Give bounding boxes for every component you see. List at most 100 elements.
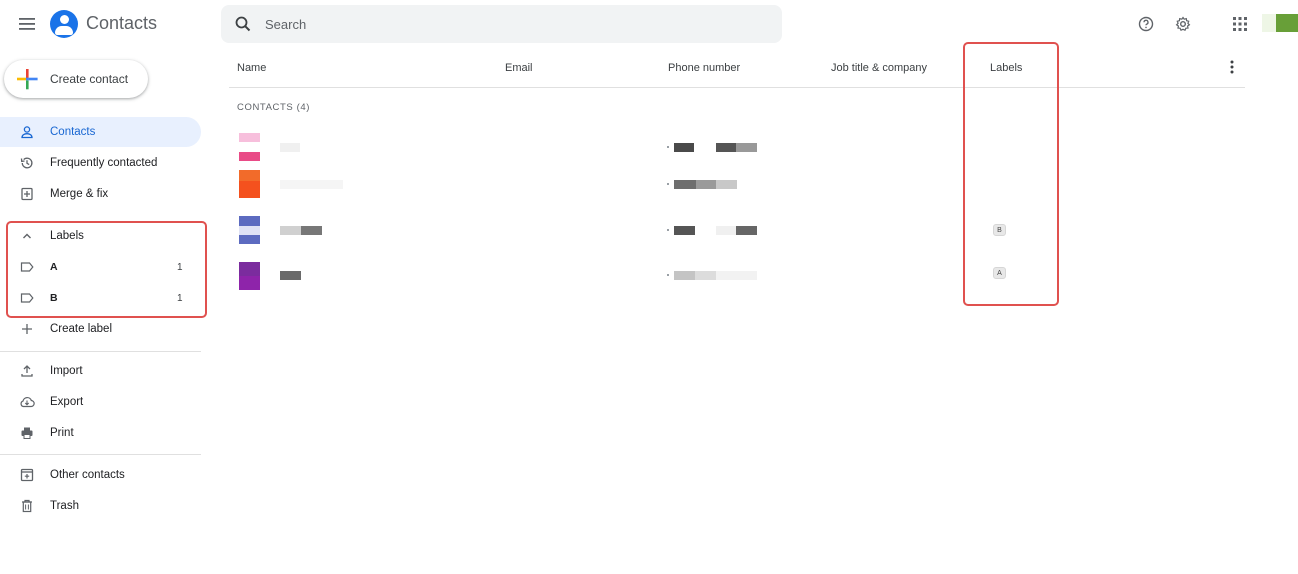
contacts-section-title: CONTACTS (4): [237, 102, 310, 113]
sidebar-item-label: Trash: [50, 500, 79, 512]
cloud-download-icon: [0, 387, 50, 417]
redacted-phone: [736, 143, 757, 152]
apps-button[interactable]: [1230, 14, 1250, 34]
redacted-name: [280, 271, 301, 280]
redacted-name: [301, 226, 322, 235]
label-tag-icon: [0, 283, 50, 313]
redacted-phone: [716, 143, 736, 152]
label-chip[interactable]: B: [993, 224, 1006, 236]
avatar-segment: [239, 226, 260, 235]
sidebar-label-a[interactable]: A 1: [0, 252, 201, 282]
column-header-email[interactable]: Email: [505, 62, 533, 74]
plus-icon: [0, 314, 50, 344]
column-header-name[interactable]: Name: [237, 62, 266, 74]
table-header-divider: [229, 87, 1245, 88]
sidebar-item-label: Other contacts: [50, 469, 125, 481]
avatar: [239, 170, 260, 198]
column-header-labels[interactable]: Labels: [990, 62, 1022, 74]
avatar-segment: [239, 216, 260, 226]
redacted-mark: [667, 229, 669, 231]
redacted-phone: [736, 226, 757, 235]
sidebar-item-print[interactable]: Print: [0, 418, 201, 448]
hamburger-icon: [19, 18, 35, 30]
history-icon: [0, 148, 50, 178]
account-avatar[interactable]: [1276, 14, 1298, 32]
redacted-phone: [716, 180, 737, 189]
apps-grid-icon: [1233, 17, 1247, 31]
labels-header: Labels: [50, 230, 84, 242]
avatar: [239, 262, 260, 290]
sidebar-label-b[interactable]: B 1: [0, 283, 201, 313]
upload-icon: [0, 356, 50, 386]
redacted-phone: [674, 143, 694, 152]
account-avatar-edge: [1262, 14, 1276, 32]
sidebar-item-label: Print: [50, 427, 74, 439]
redacted-phone: [674, 271, 695, 280]
search-input[interactable]: [265, 16, 745, 32]
more-options-button[interactable]: [1224, 58, 1240, 76]
redacted-mark: [667, 146, 669, 148]
column-header-phone[interactable]: Phone number: [668, 62, 740, 74]
sidebar-item-label: Export: [50, 396, 84, 408]
labels-section-toggle[interactable]: Labels: [0, 221, 201, 251]
sidebar-item-trash[interactable]: Trash: [0, 491, 201, 521]
settings-button[interactable]: [1173, 14, 1193, 34]
sidebar-item-label: Contacts: [50, 126, 96, 138]
create-contact-label: Create contact: [50, 72, 129, 86]
table-row[interactable]: [229, 166, 1245, 202]
help-icon: [1138, 16, 1154, 32]
redacted-name: [280, 143, 300, 152]
label-count: 1: [177, 292, 183, 304]
print-icon: [0, 418, 50, 448]
sidebar-item-other-contacts[interactable]: Other contacts: [0, 460, 201, 490]
sidebar-item-label: Import: [50, 365, 83, 377]
label-tag-icon: [0, 252, 50, 282]
gear-icon: [1175, 16, 1191, 31]
avatar-segment: [239, 235, 260, 244]
colorful-plus-icon: [4, 60, 50, 98]
create-contact-button[interactable]: Create contact: [4, 60, 148, 98]
label-name: A: [50, 261, 58, 273]
avatar-segment: [239, 276, 260, 290]
avatar-segment: [239, 262, 260, 276]
more-vert-icon: [1230, 60, 1234, 74]
avatar-segment: [239, 181, 260, 198]
main-menu-button[interactable]: [14, 12, 40, 36]
avatar: [239, 133, 260, 161]
trash-icon: [0, 491, 50, 521]
avatar: [239, 216, 260, 244]
label-chip[interactable]: A: [993, 267, 1006, 279]
merge-icon: [0, 179, 50, 209]
sidebar-item-frequently-contacted[interactable]: Frequently contacted: [0, 148, 201, 178]
avatar-segment: [239, 142, 260, 152]
redacted-phone: [695, 271, 716, 280]
redacted-name: [280, 180, 343, 189]
help-button[interactable]: [1136, 14, 1156, 34]
redacted-phone: [716, 226, 736, 235]
redacted-phone: [674, 226, 695, 235]
search-bar[interactable]: [221, 5, 782, 43]
person-icon: [0, 117, 50, 147]
create-label-text: Create label: [50, 323, 113, 335]
avatar-segment: [239, 170, 260, 181]
search-icon: [221, 16, 265, 32]
column-header-job-title[interactable]: Job title & company: [831, 62, 927, 74]
chevron-up-icon: [0, 221, 50, 251]
sidebar-item-import[interactable]: Import: [0, 356, 201, 386]
sidebar-item-contacts[interactable]: Contacts: [0, 117, 201, 147]
sidebar-item-export[interactable]: Export: [0, 387, 201, 417]
create-label-button[interactable]: Create label: [0, 314, 201, 344]
sidebar-item-merge-fix[interactable]: Merge & fix: [0, 179, 201, 209]
table-row[interactable]: [229, 129, 1245, 165]
app-title: Contacts: [86, 13, 158, 33]
table-row[interactable]: A: [229, 256, 1245, 292]
sidebar-divider: [0, 351, 201, 352]
table-row[interactable]: B: [229, 212, 1245, 248]
redacted-mark: [667, 274, 669, 276]
redacted-phone: [716, 271, 757, 280]
sidebar-divider: [0, 454, 201, 455]
sidebar-item-label: Frequently contacted: [50, 157, 158, 169]
redacted-phone: [674, 180, 696, 189]
redacted-name: [280, 226, 301, 235]
sidebar-item-label: Merge & fix: [50, 188, 109, 200]
